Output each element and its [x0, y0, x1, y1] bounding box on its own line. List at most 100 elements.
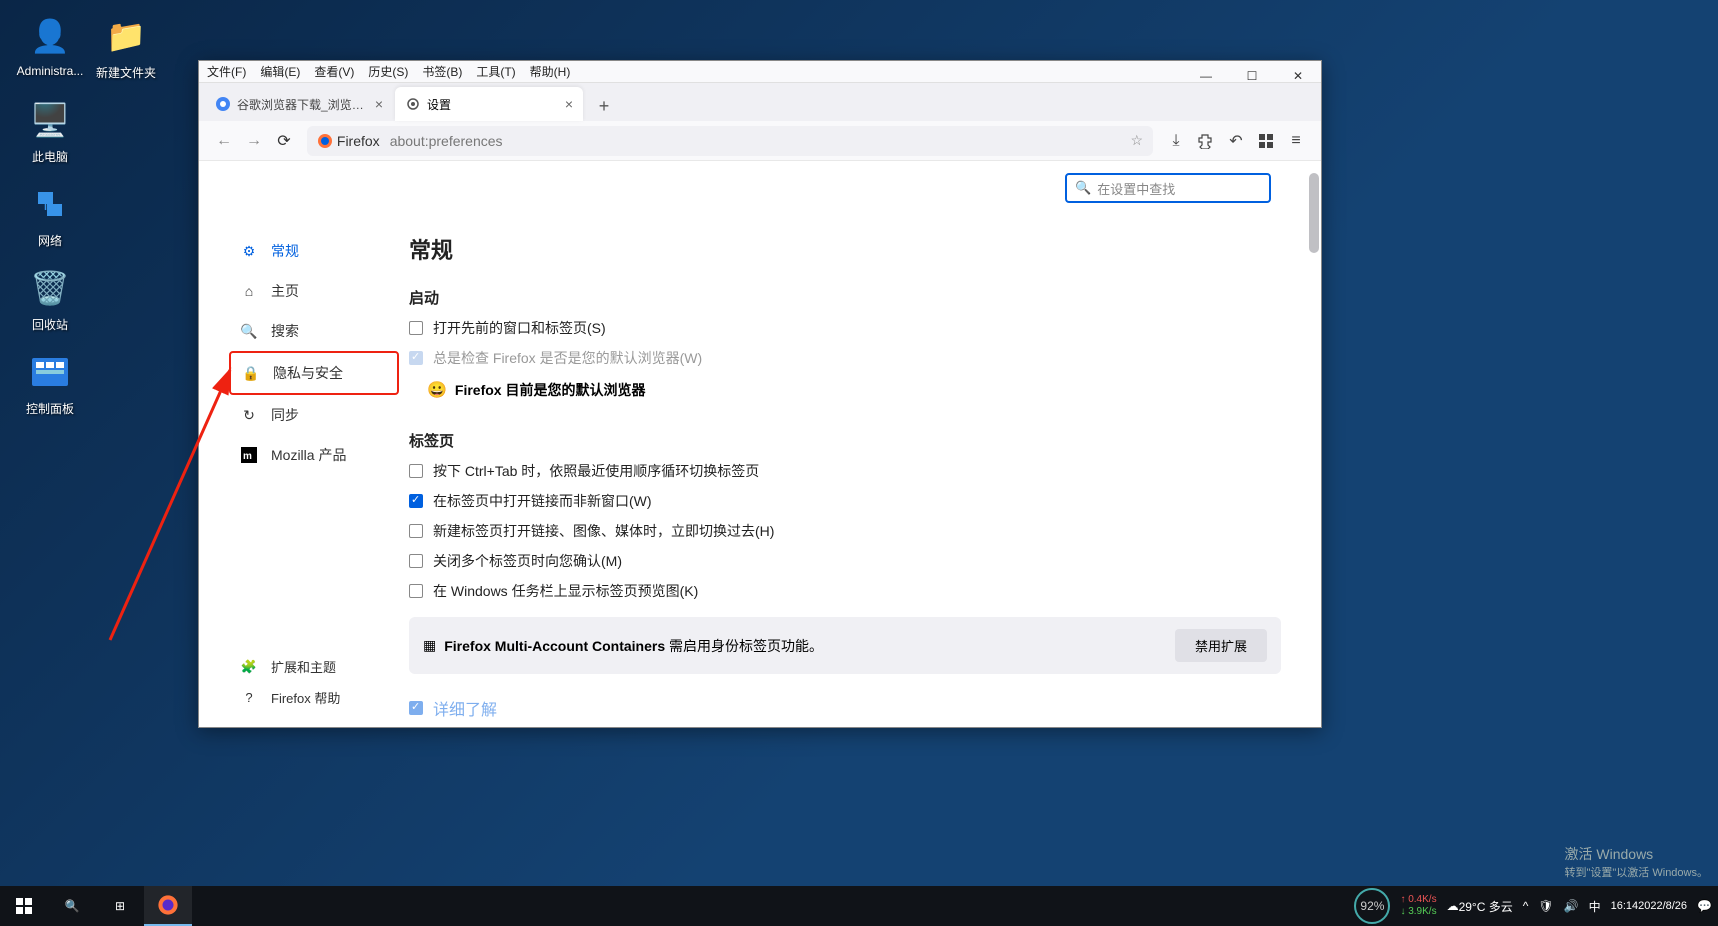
- desktop-icon-control[interactable]: 控制面板: [12, 348, 88, 417]
- checkbox[interactable]: [409, 494, 423, 508]
- net-speed[interactable]: ↑ 0.4K/s ↓ 3.9K/s: [1400, 894, 1436, 918]
- desktop-icon-pc[interactable]: 🖥️此电脑: [12, 96, 88, 165]
- menu-file[interactable]: 文件(F): [207, 63, 246, 80]
- sidebar-item-search[interactable]: 🔍搜索: [229, 311, 399, 351]
- taskview-button[interactable]: ⊞: [96, 886, 144, 926]
- opt-open-in-tabs[interactable]: 在标签页中打开链接而非新窗口(W): [409, 491, 1281, 511]
- label: 新建文件夹: [88, 64, 164, 81]
- home-icon: ⌂: [239, 283, 259, 299]
- desktop-icon-recycle[interactable]: 🗑️回收站: [12, 264, 88, 333]
- taskbar-firefox[interactable]: [144, 886, 192, 926]
- volume-icon[interactable]: 🔊: [1564, 899, 1579, 913]
- menu-view[interactable]: 查看(V): [314, 63, 354, 80]
- svg-text:m: m: [243, 451, 252, 462]
- menu-history[interactable]: 历史(S): [368, 63, 408, 80]
- close-button[interactable]: ✕: [1275, 61, 1321, 91]
- menu-bookmarks[interactable]: 书签(B): [422, 63, 462, 80]
- close-icon[interactable]: ×: [565, 96, 573, 112]
- extension-icon[interactable]: [1191, 126, 1221, 156]
- label: Administra...: [12, 64, 88, 78]
- scrollbar-thumb[interactable]: [1309, 173, 1319, 253]
- opt-switch-immediate[interactable]: 新建标签页打开链接、图像、媒体时，立即切换过去(H): [409, 521, 1281, 541]
- clock[interactable]: 16:14 2022/8/26: [1611, 899, 1687, 913]
- learn-more-link[interactable]: 详细了解: [433, 696, 497, 720]
- gauge-widget[interactable]: 92%: [1354, 888, 1390, 924]
- weather-widget[interactable]: ☁ 29°C 多云: [1447, 898, 1513, 915]
- forward-button[interactable]: →: [239, 126, 269, 156]
- folder-icon: 📁: [102, 12, 150, 60]
- search-icon: 🔍: [239, 323, 259, 340]
- checkbox[interactable]: [409, 524, 423, 538]
- prefs-search-input[interactable]: 🔍 在设置中查找: [1065, 173, 1271, 203]
- checkbox[interactable]: [409, 464, 423, 478]
- sidebar-item-help[interactable]: ?Firefox 帮助: [229, 682, 350, 713]
- opt-confirm-close[interactable]: 关闭多个标签页时向您确认(M): [409, 551, 1281, 571]
- back-button[interactable]: ←: [209, 126, 239, 156]
- opt-restore-session[interactable]: 打开先前的窗口和标签页(S): [409, 318, 1281, 338]
- network-icon: [26, 180, 74, 228]
- minimize-button[interactable]: —: [1183, 61, 1229, 91]
- computer-icon: 🖥️: [26, 96, 74, 144]
- reload-button[interactable]: ⟳: [269, 126, 299, 156]
- tab-chrome-download[interactable]: 谷歌浏览器下载_浏览器官网入口 ×: [205, 87, 393, 121]
- checkbox: [409, 351, 423, 365]
- desktop-icon-network[interactable]: 网络: [12, 180, 88, 249]
- start-button[interactable]: [0, 886, 48, 926]
- downloads-icon[interactable]: ⤓: [1161, 126, 1191, 156]
- sidebar-item-extensions[interactable]: 🧩扩展和主题: [229, 651, 350, 682]
- tray-app-icon[interactable]: 🛡: [1538, 899, 1553, 913]
- menu-edit[interactable]: 编辑(E): [260, 63, 300, 80]
- opt-ctrl-tab[interactable]: 按下 Ctrl+Tab 时，依照最近使用顺序循环切换标签页: [409, 461, 1281, 481]
- mozilla-icon: m: [239, 447, 259, 463]
- checkbox[interactable]: [409, 321, 423, 335]
- default-browser-msg: 😀Firefox 目前是您的默认浏览器: [427, 380, 1281, 400]
- address-field[interactable]: Firefox about:preferences ☆: [307, 126, 1153, 156]
- maximize-button[interactable]: ☐: [1229, 61, 1275, 91]
- desktop-icon-folder[interactable]: 📁 新建文件夹: [88, 12, 164, 81]
- tab-bar: 谷歌浏览器下载_浏览器官网入口 × 设置 × +: [199, 83, 1321, 121]
- sidebar-item-home[interactable]: ⌂主页: [229, 271, 399, 311]
- container-icon: ▦: [423, 637, 436, 654]
- disable-extension-button[interactable]: 禁用扩展: [1175, 629, 1267, 662]
- checkbox[interactable]: [409, 701, 423, 715]
- firefox-icon: Firefox: [317, 133, 380, 149]
- menu-icon[interactable]: ≡: [1281, 126, 1311, 156]
- sidebar-item-general[interactable]: ⚙常规: [229, 231, 399, 271]
- placeholder: 在设置中查找: [1097, 179, 1175, 198]
- container-icon[interactable]: [1251, 126, 1281, 156]
- notifications-icon[interactable]: 💬: [1697, 899, 1712, 913]
- smile-icon: 😀: [427, 380, 447, 400]
- url-bar: ← → ⟳ Firefox about:preferences ☆ ⤓ ↶ ≡: [199, 121, 1321, 161]
- watermark-l1: 激活 Windows: [1565, 844, 1709, 864]
- opt-check-default: 总是检查 Firefox 是否是您的默认浏览器(W): [409, 348, 1281, 368]
- tray-chevron-icon[interactable]: ^: [1523, 899, 1529, 913]
- sidebar-item-sync[interactable]: ↻同步: [229, 395, 399, 435]
- windows-watermark: 激活 Windows 转到"设置"以激活 Windows。: [1565, 844, 1709, 880]
- tab-title: 谷歌浏览器下载_浏览器官网入口: [237, 96, 369, 113]
- new-tab-button[interactable]: +: [589, 91, 619, 121]
- desktop-icon-admin[interactable]: 👤 Administra...: [12, 12, 88, 78]
- firefox-window: 文件(F) 编辑(E) 查看(V) 历史(S) 书签(B) 工具(T) 帮助(H…: [198, 60, 1322, 728]
- account-icon[interactable]: ↶: [1221, 126, 1251, 156]
- section-tabs: 标签页: [409, 430, 1281, 451]
- ime-indicator[interactable]: 中: [1589, 898, 1601, 915]
- prefs-sidebar: ⚙常规 ⌂主页 🔍搜索 🔒隐私与安全 ↻同步 mMozilla 产品 🧩扩展和主…: [199, 161, 399, 727]
- menu-help[interactable]: 帮助(H): [530, 63, 571, 80]
- sidebar-item-mozilla[interactable]: mMozilla 产品: [229, 435, 399, 475]
- checkbox[interactable]: [409, 584, 423, 598]
- section-startup: 启动: [409, 287, 1281, 308]
- user-icon: 👤: [26, 12, 74, 60]
- prefs-main[interactable]: 🔍 在设置中查找 常规 启动 打开先前的窗口和标签页(S) 总是检查 Firef…: [399, 161, 1321, 727]
- checkbox[interactable]: [409, 554, 423, 568]
- tab-settings[interactable]: 设置 ×: [395, 87, 583, 121]
- close-icon[interactable]: ×: [375, 96, 383, 112]
- opt-taskbar-preview[interactable]: 在 Windows 任务栏上显示标签页预览图(K): [409, 581, 1281, 601]
- puzzle-icon: 🧩: [239, 659, 259, 675]
- cutoff-row: 详细了解: [409, 696, 1281, 720]
- ext-text: Firefox Multi-Account Containers 需启用身份标签…: [444, 636, 823, 656]
- sync-icon: ↻: [239, 407, 259, 424]
- bookmark-star-icon[interactable]: ☆: [1130, 132, 1143, 149]
- search-button[interactable]: 🔍: [48, 886, 96, 926]
- sidebar-item-privacy[interactable]: 🔒隐私与安全: [229, 351, 399, 395]
- menu-tools[interactable]: 工具(T): [476, 63, 515, 80]
